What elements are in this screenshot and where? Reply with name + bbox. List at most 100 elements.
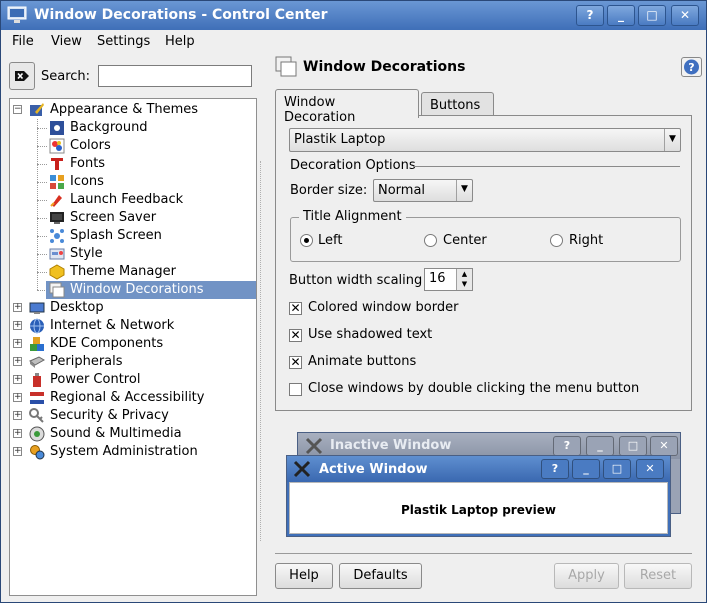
expand-icon[interactable]: + xyxy=(13,411,22,420)
inactive-help-button: ? xyxy=(553,436,581,456)
expand-icon[interactable]: + xyxy=(13,447,22,456)
module-title: Window Decorations xyxy=(303,59,466,75)
tree-item-sound-multimedia[interactable]: + Sound & Multimedia xyxy=(10,425,256,443)
menu-view[interactable]: View xyxy=(51,34,82,49)
tree-item-splash-screen[interactable]: Splash Screen xyxy=(10,227,256,245)
tree-item-style[interactable]: Style xyxy=(10,245,256,263)
system-admin-icon xyxy=(30,445,45,460)
tree-item-label: Icons xyxy=(70,174,104,189)
menu-help[interactable]: Help xyxy=(165,34,195,49)
active-window-preview: Active Window ? _ □ ✕ Plastik Laptop pre… xyxy=(286,455,671,537)
icons-icon xyxy=(50,175,64,189)
search-input[interactable] xyxy=(98,65,252,87)
animate-buttons-checkbox[interactable]: ✕ xyxy=(289,356,302,369)
tree-item-security-privacy[interactable]: + Security & Privacy xyxy=(10,407,256,425)
module-tree: − Appearance & Themes Background Colors … xyxy=(9,98,257,596)
decoration-combo[interactable]: Plastik Laptop ▼ xyxy=(289,128,681,152)
tree-item-icons[interactable]: Icons xyxy=(10,173,256,191)
radio-right[interactable] xyxy=(550,234,563,247)
close-double-click-label: Close windows by double clicking the men… xyxy=(308,381,640,396)
tree-item-label: Launch Feedback xyxy=(70,192,184,207)
tab-window-decoration[interactable]: Window Decoration xyxy=(275,89,419,125)
tree-item-label: System Administration xyxy=(50,444,198,459)
screen-saver-icon xyxy=(50,212,64,224)
tree-item-label: Theme Manager xyxy=(70,264,176,279)
clear-search-button[interactable] xyxy=(9,62,35,90)
minimize-button[interactable]: _ xyxy=(607,5,635,26)
radio-right-label: Right xyxy=(569,233,604,248)
tree-item-fonts[interactable]: Fonts xyxy=(10,155,256,173)
menu-file[interactable]: File xyxy=(12,34,34,49)
panel-splitter[interactable] xyxy=(260,161,263,541)
title-alignment-label: Title Alignment xyxy=(299,209,406,224)
tree-item-theme-manager[interactable]: Theme Manager xyxy=(10,263,256,281)
tree-item-colors[interactable]: Colors xyxy=(10,137,256,155)
window-title: Window Decorations - Control Center xyxy=(34,7,328,23)
menu-settings[interactable]: Settings xyxy=(97,34,150,49)
decoration-options-label: Decoration Options xyxy=(290,158,416,173)
tree-item-label: KDE Components xyxy=(50,336,164,351)
tree-item-power-control[interactable]: + Power Control xyxy=(10,371,256,389)
tree-item-regional-accessibility[interactable]: + Regional & Accessibility xyxy=(10,389,256,407)
active-window-body: Plastik Laptop preview xyxy=(289,482,668,534)
tree-item-launch-feedback[interactable]: Launch Feedback xyxy=(10,191,256,209)
tree-item-system-administration[interactable]: + System Administration xyxy=(10,443,256,461)
desktop-icon xyxy=(29,302,45,314)
expand-icon[interactable]: + xyxy=(13,321,22,330)
shadowed-text-checkbox[interactable]: ✕ xyxy=(289,329,302,342)
tree-item-window-decorations[interactable]: Window Decorations xyxy=(46,281,256,299)
close-double-click-checkbox[interactable] xyxy=(289,383,302,396)
tree-item-kde-components[interactable]: + KDE Components xyxy=(10,335,256,353)
close-button[interactable]: ✕ xyxy=(671,5,699,26)
tree-item-internet-network[interactable]: + Internet & Network xyxy=(10,317,256,335)
colored-border-checkbox[interactable]: ✕ xyxy=(289,302,302,315)
tab-panel: Plastik Laptop ▼ Decoration Options Bord… xyxy=(275,115,692,411)
button-width-spinbox[interactable]: 16 ▲ ▼ xyxy=(424,268,473,291)
tree-item-screen-saver[interactable]: Screen Saver xyxy=(10,209,256,227)
expand-icon[interactable]: + xyxy=(13,393,22,402)
tree-item-background[interactable]: Background xyxy=(10,119,256,137)
tree-item-desktop[interactable]: + Desktop xyxy=(10,299,256,317)
search-label: Search: xyxy=(41,69,91,84)
tree-item-appearance-themes[interactable]: − Appearance & Themes xyxy=(10,101,256,119)
spin-arrows-icon[interactable]: ▲ ▼ xyxy=(456,269,472,290)
tab-label: Window Decoration xyxy=(284,95,356,125)
defaults-button[interactable]: Defaults xyxy=(339,563,422,589)
expand-icon[interactable]: + xyxy=(13,303,22,312)
expand-icon[interactable]: + xyxy=(13,339,22,348)
colors-icon xyxy=(49,138,65,154)
tree-item-label: Splash Screen xyxy=(70,228,162,243)
button-width-label: Button width scaling xyxy=(289,273,423,288)
decoration-combo-value: Plastik Laptop xyxy=(294,132,386,147)
expand-icon[interactable]: + xyxy=(13,357,22,366)
collapse-icon[interactable]: − xyxy=(13,105,22,114)
active-window-menu-icon xyxy=(293,460,311,478)
help-button[interactable]: Help xyxy=(275,563,333,589)
help-icon: ? xyxy=(684,59,699,75)
maximize-button[interactable]: □ xyxy=(638,5,666,26)
tree-item-label: Appearance & Themes xyxy=(50,102,199,117)
kde-components-icon xyxy=(30,337,44,351)
active-window-title: Active Window xyxy=(319,462,428,477)
radio-center-label: Center xyxy=(443,233,487,248)
preview-text: Plastik Laptop preview xyxy=(400,503,557,517)
radio-left[interactable] xyxy=(300,234,313,247)
border-size-combo[interactable]: Normal ▼ xyxy=(373,179,473,202)
active-close-button: ✕ xyxy=(636,459,664,479)
apply-button[interactable]: Apply xyxy=(554,563,619,589)
expand-icon[interactable]: + xyxy=(13,375,22,384)
theme-manager-icon xyxy=(49,264,65,280)
launch-feedback-icon xyxy=(50,195,62,207)
title-bar[interactable]: Window Decorations - Control Center ? _ … xyxy=(1,1,706,30)
inactive-minimize-button: _ xyxy=(586,436,614,456)
reset-button[interactable]: Reset xyxy=(624,563,692,589)
tree-item-label: Internet & Network xyxy=(50,318,175,333)
active-help-button: ? xyxy=(541,459,569,479)
expand-icon[interactable]: + xyxy=(13,429,22,438)
whats-this-help-button[interactable]: ? xyxy=(681,57,702,77)
tree-item-peripherals[interactable]: + Peripherals xyxy=(10,353,256,371)
help-button-titlebar[interactable]: ? xyxy=(576,5,604,26)
inactive-window-title: Inactive Window xyxy=(330,438,452,453)
colored-border-label: Colored window border xyxy=(308,300,459,315)
radio-center[interactable] xyxy=(424,234,437,247)
